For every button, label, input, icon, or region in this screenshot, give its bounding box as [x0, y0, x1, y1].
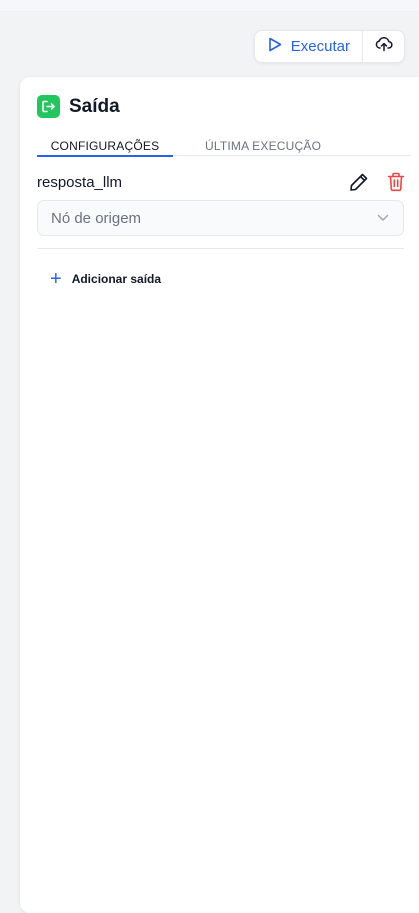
- play-icon: [268, 37, 282, 56]
- plus-icon: +: [50, 268, 62, 290]
- cloud-upload-icon: [375, 36, 393, 57]
- divider: [37, 248, 404, 249]
- source-node-placeholder: Nó de origem: [51, 209, 142, 227]
- add-output-label: Adicionar saída: [71, 272, 162, 286]
- trash-icon[interactable]: [387, 172, 405, 192]
- tab-ultima-execucao[interactable]: ÚLTIMA EXECUÇÃO: [205, 139, 321, 153]
- tab-configuracoes[interactable]: CONFIGURAÇÕES: [37, 139, 173, 157]
- tab-bar: CONFIGURAÇÕES ÚLTIMA EXECUÇÃO: [37, 137, 411, 157]
- output-name: resposta_llm: [37, 173, 123, 191]
- run-button-label: Executar: [290, 38, 350, 55]
- output-actions: [349, 172, 405, 192]
- panel-title: Saída: [69, 95, 120, 117]
- add-output-button[interactable]: + Adicionar saída: [50, 269, 161, 289]
- exit-icon: [37, 95, 60, 118]
- panel-header: Saída: [37, 95, 120, 118]
- toolbar: Executar: [253, 30, 405, 63]
- run-button[interactable]: Executar: [255, 31, 363, 62]
- output-panel: Saída CONFIGURAÇÕES ÚLTIMA EXECUÇÃO resp…: [20, 77, 419, 913]
- upload-button[interactable]: [363, 31, 404, 62]
- top-strip: [0, 0, 419, 12]
- output-row: resposta_llm: [37, 169, 405, 195]
- chevron-down-icon: [377, 209, 389, 227]
- source-node-select[interactable]: Nó de origem: [37, 200, 404, 236]
- pencil-icon[interactable]: [349, 172, 369, 192]
